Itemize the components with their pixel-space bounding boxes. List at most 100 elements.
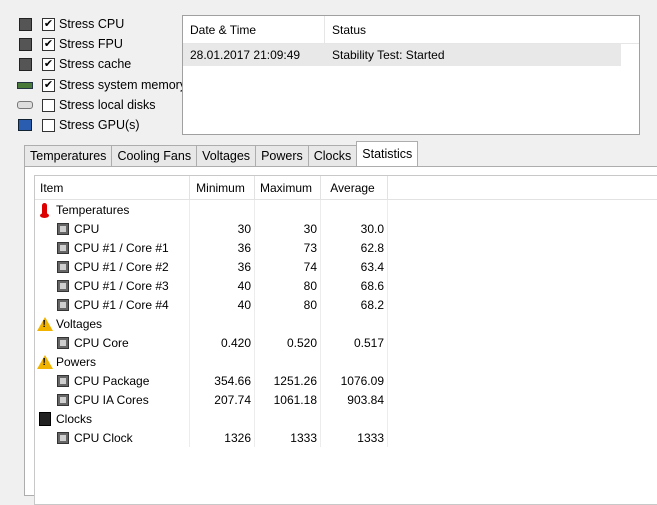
average-cell: 1333 xyxy=(321,428,388,447)
item-cell: CPU #1 / Core #4 xyxy=(35,295,190,314)
stress-option-label: Stress local disks xyxy=(59,98,156,112)
minimum-cell xyxy=(190,409,255,428)
stress-option[interactable]: ✔ Stress system memory xyxy=(16,75,186,95)
item-column-header[interactable]: Item xyxy=(35,176,190,199)
minimum-cell: 354.66 xyxy=(190,371,255,390)
stress-option[interactable]: ✔ Stress FPU xyxy=(16,34,123,54)
item-cell: CPU #1 / Core #3 xyxy=(35,276,190,295)
stress-option-label: Stress system memory xyxy=(59,78,187,92)
item-label: CPU #1 / Core #1 xyxy=(74,240,169,255)
chip-icon xyxy=(55,297,70,312)
tab-statistics[interactable]: Statistics xyxy=(356,141,419,166)
item-cell: ! Powers xyxy=(35,352,190,371)
tab-powers[interactable]: Powers xyxy=(255,145,309,166)
average-cell: 903.84 xyxy=(321,390,388,409)
cache-icon xyxy=(16,56,34,72)
table-row[interactable]: CPU #1 / Core #4 40 80 68.2 xyxy=(35,295,657,314)
item-cell: CPU #1 / Core #2 xyxy=(35,257,190,276)
status-log-header: Date & Time Status xyxy=(183,16,639,44)
table-row[interactable]: CPU #1 / Core #3 40 80 68.6 xyxy=(35,276,657,295)
stress-option[interactable]: Stress local disks xyxy=(16,95,156,115)
chip-icon xyxy=(55,221,70,236)
minimum-cell xyxy=(190,200,255,219)
stress-option-checkbox[interactable]: ✔ xyxy=(42,17,55,31)
maximum-cell: 80 xyxy=(255,276,321,295)
minimum-cell xyxy=(190,352,255,371)
item-label: CPU Clock xyxy=(74,430,133,445)
status-row-date: 28.01.2017 21:09:49 xyxy=(190,48,301,62)
minimum-cell: 0.420 xyxy=(190,333,255,352)
stress-option-checkbox[interactable] xyxy=(42,118,55,132)
statistics-panel: Item Minimum Maximum Average Temperature… xyxy=(24,166,657,505)
tab-voltages[interactable]: Voltages xyxy=(196,145,257,166)
table-row[interactable]: CPU 30 30 30.0 xyxy=(35,219,657,238)
average-cell: 0.517 xyxy=(321,333,388,352)
chip-icon xyxy=(55,373,70,388)
tab-temperatures[interactable]: Temperatures xyxy=(24,145,113,166)
date-column-header[interactable]: Date & Time xyxy=(183,16,325,43)
group-row[interactable]: Temperatures xyxy=(35,200,657,219)
group-row[interactable]: Clocks xyxy=(35,409,657,428)
average-cell xyxy=(321,314,388,333)
warning-icon: ! xyxy=(36,354,53,369)
maximum-cell xyxy=(255,200,321,219)
average-cell: 63.4 xyxy=(321,257,388,276)
tab-clocks[interactable]: Clocks xyxy=(307,145,358,166)
group-row[interactable]: ! Voltages xyxy=(35,314,657,333)
status-row-status: Stability Test: Started xyxy=(332,48,445,62)
maximum-cell: 74 xyxy=(255,257,321,276)
item-label: CPU #1 / Core #4 xyxy=(74,297,169,312)
stress-option[interactable]: ✔ Stress CPU xyxy=(16,14,124,34)
average-column-header[interactable]: Average xyxy=(321,176,388,199)
stress-option-label: Stress GPU(s) xyxy=(59,118,140,132)
item-label: CPU Core xyxy=(74,335,129,350)
status-log: Date & Time Status 28.01.2017 21:09:49 S… xyxy=(182,15,640,135)
item-cell: CPU xyxy=(35,219,190,238)
chip-icon xyxy=(55,430,70,445)
item-cell: ! Voltages xyxy=(35,314,190,333)
stress-option-label: Stress cache xyxy=(59,57,132,71)
item-label: CPU #1 / Core #3 xyxy=(74,278,169,293)
stress-option[interactable]: ✔ Stress cache xyxy=(16,54,131,74)
item-label: CPU #1 / Core #2 xyxy=(74,259,169,274)
status-column-header[interactable]: Status xyxy=(325,16,639,43)
stress-option-checkbox[interactable]: ✔ xyxy=(42,37,55,51)
table-row[interactable]: CPU #1 / Core #2 36 74 63.4 xyxy=(35,257,657,276)
table-row[interactable]: CPU IA Cores 207.74 1061.18 903.84 xyxy=(35,390,657,409)
maximum-cell: 0.520 xyxy=(255,333,321,352)
statistics-list: Item Minimum Maximum Average Temperature… xyxy=(34,175,657,505)
item-cell: CPU Package xyxy=(35,371,190,390)
item-label: Clocks xyxy=(56,411,93,426)
statistics-header: Item Minimum Maximum Average xyxy=(35,176,657,200)
table-row[interactable]: CPU Core 0.420 0.520 0.517 xyxy=(35,333,657,352)
table-row[interactable]: CPU Package 354.66 1251.26 1076.09 xyxy=(35,371,657,390)
minimum-column-header[interactable]: Minimum xyxy=(190,176,255,199)
status-log-row[interactable]: 28.01.2017 21:09:49 Stability Test: Star… xyxy=(183,44,621,66)
average-cell: 68.6 xyxy=(321,276,388,295)
group-row[interactable]: ! Powers xyxy=(35,352,657,371)
maximum-column-header[interactable]: Maximum xyxy=(255,176,321,199)
item-cell: Clocks xyxy=(35,409,190,428)
chip-icon xyxy=(55,278,70,293)
stress-option-checkbox[interactable] xyxy=(42,98,55,112)
stress-option-checkbox[interactable]: ✔ xyxy=(42,57,55,71)
item-cell: Temperatures xyxy=(35,200,190,219)
item-cell: CPU Core xyxy=(35,333,190,352)
minimum-cell xyxy=(190,314,255,333)
stress-option-label: Stress FPU xyxy=(59,37,123,51)
maximum-cell: 80 xyxy=(255,295,321,314)
table-row[interactable]: CPU #1 / Core #1 36 73 62.8 xyxy=(35,238,657,257)
minimum-cell: 1326 xyxy=(190,428,255,447)
tab-cooling-fans[interactable]: Cooling Fans xyxy=(111,145,198,166)
maximum-cell xyxy=(255,409,321,428)
stress-option[interactable]: Stress GPU(s) xyxy=(16,115,140,135)
table-row[interactable]: CPU Clock 1326 1333 1333 xyxy=(35,428,657,447)
minimum-cell: 40 xyxy=(190,276,255,295)
stress-option-checkbox[interactable]: ✔ xyxy=(42,78,55,92)
average-cell xyxy=(321,352,388,371)
chip-icon xyxy=(55,240,70,255)
item-label: CPU xyxy=(74,221,100,236)
item-label: Powers xyxy=(56,354,97,369)
stress-option-label: Stress CPU xyxy=(59,17,125,31)
clock-icon xyxy=(37,411,52,426)
